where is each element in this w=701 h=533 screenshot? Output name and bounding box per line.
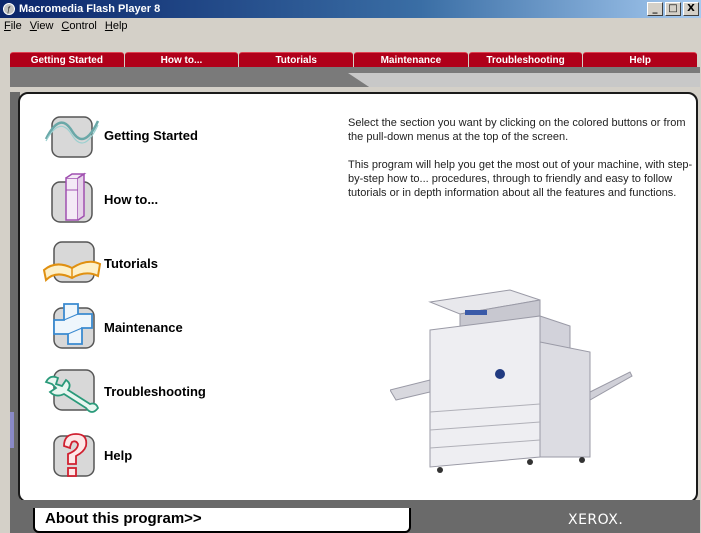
header-band-highlight — [348, 73, 700, 87]
question-mark-icon — [40, 428, 104, 482]
open-book-icon — [40, 236, 104, 290]
intro-text: Select the section you want by clicking … — [348, 116, 693, 214]
section-label: Troubleshooting — [104, 383, 206, 399]
section-label: Tutorials — [104, 255, 158, 271]
wrench-icon — [40, 364, 104, 418]
menu-bar: File View Control Help — [0, 18, 701, 34]
tab-help[interactable]: Help — [583, 52, 698, 67]
section-help[interactable]: Help — [40, 428, 280, 482]
intro-paragraph-2: This program will help you get the most … — [348, 159, 693, 199]
left-accent — [10, 412, 14, 448]
section-label: How to... — [104, 191, 159, 207]
column-icon — [40, 172, 104, 226]
section-tutorials[interactable]: Tutorials — [40, 236, 280, 290]
main-panel: Getting Started How to... Tutorials Main… — [18, 92, 698, 503]
section-how-to[interactable]: How to... — [40, 172, 280, 226]
title-bar[interactable]: ƒ Macromedia Flash Player 8 _ □ X — [0, 0, 701, 18]
flash-player-window: ƒ Macromedia Flash Player 8 _ □ X File V… — [0, 0, 701, 533]
menu-file[interactable]: File — [4, 20, 22, 32]
tab-tutorials[interactable]: Tutorials — [239, 52, 354, 67]
xerox-logo: XEROX. — [568, 512, 624, 528]
section-tab-bar: Getting Started How to... Tutorials Main… — [10, 52, 698, 67]
menu-view[interactable]: View — [30, 20, 54, 32]
section-label: Getting Started — [104, 127, 198, 143]
close-button[interactable]: X — [683, 2, 699, 16]
puzzle-cube-icon — [40, 300, 104, 354]
tab-how-to[interactable]: How to... — [124, 52, 239, 67]
minimize-button[interactable]: _ — [647, 2, 663, 16]
tab-maintenance[interactable]: Maintenance — [354, 52, 468, 67]
section-label: Maintenance — [104, 319, 183, 335]
menu-help[interactable]: Help — [105, 20, 128, 32]
menu-control[interactable]: Control — [61, 20, 96, 32]
tab-troubleshooting[interactable]: Troubleshooting — [468, 52, 583, 67]
section-getting-started[interactable]: Getting Started — [40, 108, 280, 162]
maximize-button[interactable]: □ — [665, 2, 681, 16]
section-maintenance[interactable]: Maintenance — [40, 300, 280, 354]
about-program-button[interactable]: About this program>> — [33, 508, 411, 533]
section-label: Help — [104, 447, 133, 463]
window-title: Macromedia Flash Player 8 — [19, 3, 161, 15]
flash-app-icon: ƒ — [3, 3, 15, 15]
intro-paragraph-1: Select the section you want by clicking … — [348, 117, 686, 143]
window-controls: _ □ X — [647, 2, 699, 16]
copier-illustration — [389, 282, 640, 482]
section-troubleshooting[interactable]: Troubleshooting — [40, 364, 280, 418]
tab-getting-started[interactable]: Getting Started — [10, 52, 124, 67]
wave-chart-icon — [40, 108, 104, 162]
